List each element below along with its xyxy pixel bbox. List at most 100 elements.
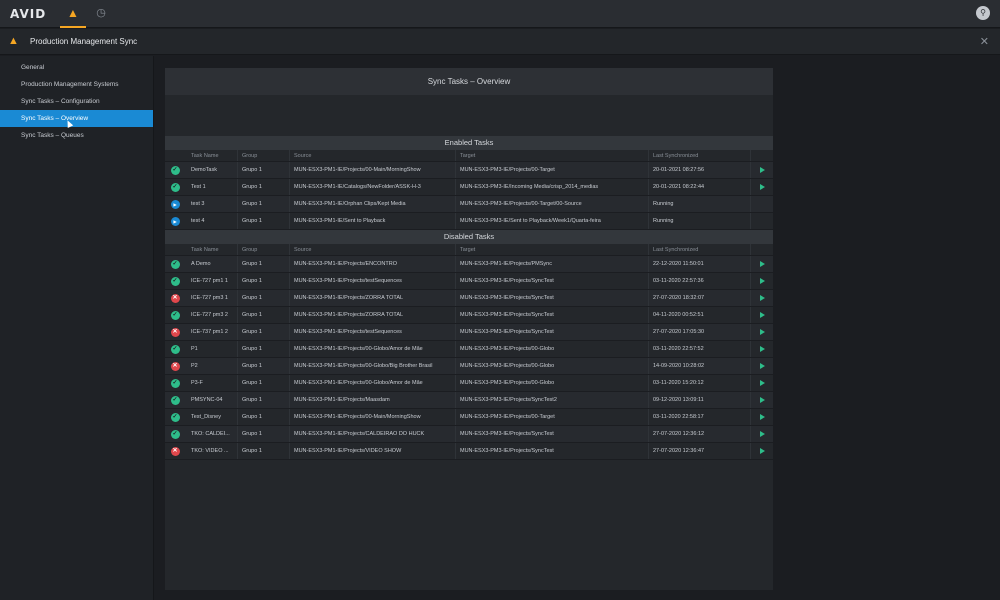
col-target[interactable]: Target (456, 150, 649, 161)
task-name-cell: ICE-727 pm3 1 (185, 290, 238, 306)
play-icon[interactable] (759, 397, 765, 403)
table-row[interactable]: ✕ TKO: VIDEO ... Grupo 1 MUN-ESX3-PM1-IE/Pr… (165, 443, 773, 460)
action-cell (751, 392, 773, 408)
col-target[interactable]: Target (456, 244, 649, 255)
play-icon[interactable] (759, 167, 765, 173)
play-icon[interactable] (759, 261, 765, 267)
source-cell: MUN-ESX3-PM1-IE/Projects/ZORRA TOTAL (290, 307, 456, 323)
play-icon[interactable] (759, 329, 765, 335)
target-cell: MUN-ESX3-PM3-IE/Projects/00-Target (456, 409, 649, 425)
check-circle-icon: ✓ (170, 429, 180, 439)
table-row[interactable]: ✕ ICE-727 pm3 1 Grupo 1 MUN-ESX3-PM1-IE/Pro… (165, 290, 773, 307)
table-row[interactable]: ✕ P2 Grupo 1 MUN-ESX3-PM1-IE/Projects/00-Gl… (165, 358, 773, 375)
source-cell: MUN-ESX3-PM1-IE/Projects/00-Globo/Amor d… (290, 341, 456, 357)
target-cell: MUN-ESX3-PM3-IE/Projects/00-Target (456, 162, 649, 178)
target-cell: MUN-ESX3-PM3-IE/Projects/00-Globo (456, 358, 649, 374)
play-icon[interactable] (759, 184, 765, 190)
source-cell: MUN-ESX3-PM1-IE/Projects/testSequences (290, 273, 456, 289)
action-cell (751, 256, 773, 272)
target-cell: MUN-ESX3-PM3-IE/Projects/00-Globo (456, 375, 649, 391)
sidebar-item[interactable]: Sync Tasks – Configuration (0, 93, 153, 110)
target-cell: MUN-ESX3-PM3-IE/Projects/SyncTest (456, 307, 649, 323)
table-row[interactable]: ✓ TKO: CALDEI... Grupo 1 MUN-ESX3-PM1-IE/Pr… (165, 426, 773, 443)
group-cell: Grupo 1 (238, 392, 290, 408)
status-cell: ✕ (165, 290, 185, 306)
task-name-cell: Test_Disney (185, 409, 238, 425)
col-group[interactable]: Group (238, 150, 290, 161)
check-circle-icon: ✓ (170, 344, 180, 354)
action-cell (751, 307, 773, 323)
table-row[interactable]: ✓ P3-F Grupo 1 MUN-ESX3-PM1-IE/Projects/00-… (165, 375, 773, 392)
disabled-tasks-header: Disabled Tasks (165, 230, 773, 244)
task-name-cell: ICE-727 pm3 2 (185, 307, 238, 323)
app-title: Production Management Sync (30, 37, 138, 46)
play-icon[interactable] (759, 380, 765, 386)
play-icon[interactable] (759, 363, 765, 369)
table-row[interactable]: ✓ A Demo Grupo 1 MUN-ESX3-PM1-IE/Projects/E… (165, 256, 773, 273)
title-bar: ▲ Production Management Sync ✕ (0, 29, 1000, 55)
target-cell: MUN-ESX3-PM3-IE/Projects/SyncTest (456, 324, 649, 340)
table-row[interactable]: ✓ DemoTask Grupo 1 MUN-ESX3-PM1-IE/Projects… (165, 162, 773, 179)
status-col-header (165, 244, 185, 255)
status-cell: ▶ (165, 196, 185, 212)
last-synchronized-cell: 20-01-2021 08:22:44 (649, 179, 751, 195)
play-icon[interactable] (759, 278, 765, 284)
sync-tasks-overview-panel: Sync Tasks – Overview Enabled Tasks Task… (165, 68, 773, 590)
table-row[interactable]: ✓ P1 Grupo 1 MUN-ESX3-PM1-IE/Projects/00-Gl… (165, 341, 773, 358)
col-last-synchronized[interactable]: Last Synchronized (649, 150, 751, 161)
check-circle-icon: ✓ (170, 395, 180, 405)
group-cell: Grupo 1 (238, 426, 290, 442)
task-name-cell: PMSYNC-04 (185, 392, 238, 408)
close-icon[interactable]: ✕ (980, 35, 989, 48)
play-icon[interactable] (759, 312, 765, 318)
action-cell (751, 443, 773, 459)
last-synchronized-cell: 27-07-2020 18:32:07 (649, 290, 751, 306)
sidebar-item[interactable]: Production Management Systems (0, 76, 153, 93)
play-icon[interactable] (759, 448, 765, 454)
col-task-name[interactable]: Task Name (185, 150, 238, 161)
production-management-icon[interactable]: ▲ (60, 0, 86, 28)
check-circle-icon: ✓ (170, 412, 180, 422)
status-col-header (165, 150, 185, 161)
disabled-tasks-table: ✓ A Demo Grupo 1 MUN-ESX3-PM1-IE/Projects/E… (165, 256, 773, 460)
col-source[interactable]: Source (290, 150, 456, 161)
play-icon[interactable] (759, 414, 765, 420)
sidebar-item[interactable]: General (0, 59, 153, 76)
target-cell: MUN-ESX3-PM3-IE/Projects/SyncTest (456, 443, 649, 459)
col-group[interactable]: Group (238, 244, 290, 255)
table-row[interactable]: ✓ Test_Disney Grupo 1 MUN-ESX3-PM1-IE/Proje… (165, 409, 773, 426)
last-synchronized-cell: 27-07-2020 12:36:12 (649, 426, 751, 442)
table-row[interactable]: ✓ ICE-727 pm1 1 Grupo 1 MUN-ESX3-PM1-IE/Pro… (165, 273, 773, 290)
table-row[interactable]: ✓ ICE-727 pm3 2 Grupo 1 MUN-ESX3-PM1-IE/Pro… (165, 307, 773, 324)
col-source[interactable]: Source (290, 244, 456, 255)
play-icon[interactable] (759, 346, 765, 352)
table-row[interactable]: ▶ test 4 Grupo 1 MUN-ESX3-PM1-IE/Sent to Pl… (165, 213, 773, 230)
task-name-cell: A Demo (185, 256, 238, 272)
source-cell: MUN-ESX3-PM1-IE/Sent to Playback (290, 213, 456, 229)
sidebar-item[interactable]: Sync Tasks – Overview (0, 110, 153, 127)
user-icon[interactable]: ⚲ (976, 6, 990, 20)
col-task-name[interactable]: Task Name (185, 244, 238, 255)
task-name-cell: P3-F (185, 375, 238, 391)
group-cell: Grupo 1 (238, 409, 290, 425)
group-cell: Grupo 1 (238, 213, 290, 229)
check-circle-icon: ✓ (170, 182, 180, 192)
status-cell: ✓ (165, 179, 185, 195)
history-icon[interactable]: ◷ (93, 6, 109, 22)
error-circle-icon: ✕ (170, 361, 180, 371)
play-icon[interactable] (759, 431, 765, 437)
col-last-synchronized[interactable]: Last Synchronized (649, 244, 751, 255)
play-icon[interactable] (759, 295, 765, 301)
action-cell (751, 196, 773, 212)
table-row[interactable]: ✕ ICE-737 pm1 2 Grupo 1 MUN-ESX3-PM1-IE/Pro… (165, 324, 773, 341)
group-cell: Grupo 1 (238, 341, 290, 357)
sidebar-item[interactable]: Sync Tasks – Queues (0, 127, 153, 144)
status-cell: ✓ (165, 409, 185, 425)
action-cell (751, 290, 773, 306)
table-row[interactable]: ✓ PMSYNC-04 Grupo 1 MUN-ESX3-PM1-IE/Project… (165, 392, 773, 409)
target-cell: MUN-ESX3-PM3-IE/Projects/SyncTest (456, 426, 649, 442)
table-row[interactable]: ▶ test 3 Grupo 1 MUN-ESX3-PM1-IE/Orphan Cli… (165, 196, 773, 213)
avid-logo[interactable]: AVID (10, 7, 46, 21)
table-row[interactable]: ✓ Test 1 Grupo 1 MUN-ESX3-PM1-IE/Catalogs/N… (165, 179, 773, 196)
group-cell: Grupo 1 (238, 256, 290, 272)
